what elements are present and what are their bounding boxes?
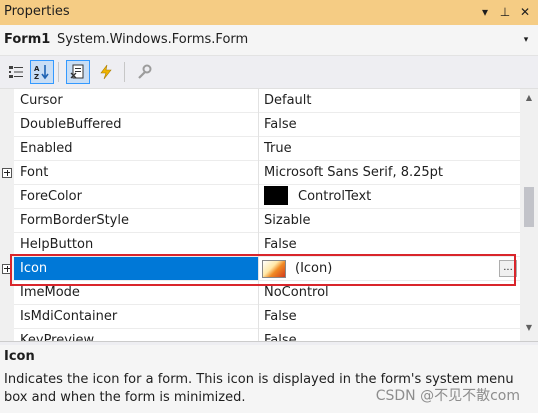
properties-title-bar: Properties ▾ ⊥ ✕ <box>0 0 538 25</box>
property-value[interactable]: False <box>259 113 520 137</box>
property-name: Enabled <box>14 137 258 161</box>
property-name: HelpButton <box>14 233 258 257</box>
property-value[interactable]: False <box>259 233 520 257</box>
ellipsis-button[interactable]: ... <box>499 260 517 277</box>
svg-text:Z: Z <box>34 73 39 81</box>
categorized-icon <box>9 66 23 78</box>
property-value[interactable]: NoControl <box>259 281 520 305</box>
row-gutter <box>0 113 14 137</box>
row-gutter <box>0 185 14 209</box>
scrollbar-thumb[interactable] <box>524 187 534 227</box>
property-row-imemode[interactable]: ImeMode NoControl <box>0 281 520 305</box>
property-row-icon[interactable]: Icon (Icon) ... <box>0 257 520 281</box>
toolbar-separator <box>124 62 125 82</box>
object-selector[interactable]: Form1 System.Windows.Forms.Form ▾ <box>0 25 538 56</box>
property-pages-button[interactable] <box>132 60 156 84</box>
property-pages-icon <box>138 64 152 79</box>
expand-plus-icon[interactable] <box>2 264 12 274</box>
property-name: ForeColor <box>14 185 258 209</box>
property-value[interactable]: Sizable <box>259 209 520 233</box>
row-gutter <box>0 209 14 233</box>
icon-preview-icon <box>262 260 286 278</box>
property-value[interactable]: False <box>259 305 520 329</box>
properties-icon <box>70 64 84 79</box>
events-button[interactable] <box>94 60 118 84</box>
dropdown-icon[interactable]: ▾ <box>476 3 494 21</box>
window-title: Properties <box>4 4 70 19</box>
row-gutter <box>0 137 14 161</box>
svg-text:A: A <box>34 65 40 73</box>
events-icon <box>100 64 112 80</box>
row-gutter <box>0 329 14 341</box>
object-name: Form1 <box>4 32 51 47</box>
row-gutter <box>0 161 14 185</box>
color-name: ControlText <box>298 189 372 204</box>
property-row-forecolor[interactable]: ForeColor ControlText <box>0 185 520 209</box>
property-name: Cursor <box>14 89 258 113</box>
property-value[interactable]: Microsoft Sans Serif, 8.25pt <box>259 161 520 185</box>
scroll-up-icon[interactable]: ▲ <box>520 91 538 105</box>
property-row-cursor[interactable]: Cursor Default <box>0 89 520 113</box>
color-swatch <box>264 185 288 205</box>
pin-icon[interactable]: ⊥ <box>496 3 514 21</box>
property-name: Font <box>14 161 258 185</box>
row-gutter <box>0 233 14 257</box>
close-icon[interactable]: ✕ <box>516 3 534 21</box>
property-row-font[interactable]: Font Microsoft Sans Serif, 8.25pt <box>0 161 520 185</box>
property-name: ImeMode <box>14 281 258 305</box>
property-name: KeyPreview <box>14 329 258 341</box>
chevron-down-icon[interactable]: ▾ <box>520 34 532 46</box>
property-grid: Cursor Default DoubleBuffered False Enab… <box>0 89 520 341</box>
property-toolbar: A Z <box>0 56 538 89</box>
property-row-ismdicontainer[interactable]: IsMdiContainer False <box>0 305 520 329</box>
property-row-helpbutton[interactable]: HelpButton False <box>0 233 520 257</box>
expand-plus-icon[interactable] <box>2 168 12 178</box>
toolbar-separator <box>58 62 59 82</box>
description-title: Icon <box>4 349 35 364</box>
row-gutter <box>0 257 14 281</box>
object-type: System.Windows.Forms.Form <box>57 32 249 47</box>
property-name: IsMdiContainer <box>14 305 258 329</box>
property-value[interactable]: (Icon) ... <box>259 257 520 281</box>
alphabetical-button[interactable]: A Z <box>30 60 54 84</box>
property-value[interactable]: False <box>259 329 520 341</box>
row-gutter <box>0 281 14 305</box>
categorized-button[interactable] <box>4 60 28 84</box>
property-name: FormBorderStyle <box>14 209 258 233</box>
property-value[interactable]: ControlText <box>259 185 520 209</box>
property-name: Icon <box>14 257 258 281</box>
row-gutter <box>0 89 14 113</box>
watermark: CSDN @不见不散com <box>375 388 520 404</box>
vertical-scrollbar[interactable]: ▲ ▼ <box>520 89 538 341</box>
property-row-enabled[interactable]: Enabled True <box>0 137 520 161</box>
row-gutter <box>0 305 14 329</box>
property-row-formborderstyle[interactable]: FormBorderStyle Sizable <box>0 209 520 233</box>
property-row-doublebuffered[interactable]: DoubleBuffered False <box>0 113 520 137</box>
scroll-down-icon[interactable]: ▼ <box>520 321 538 335</box>
property-name: DoubleBuffered <box>14 113 258 137</box>
property-value[interactable]: Default <box>259 89 520 113</box>
property-value[interactable]: True <box>259 137 520 161</box>
alphabetical-icon: A Z <box>34 65 49 81</box>
icon-value-text: (Icon) <box>295 261 333 276</box>
properties-button[interactable] <box>66 60 90 84</box>
property-row-keypreview[interactable]: KeyPreview False <box>0 329 520 341</box>
